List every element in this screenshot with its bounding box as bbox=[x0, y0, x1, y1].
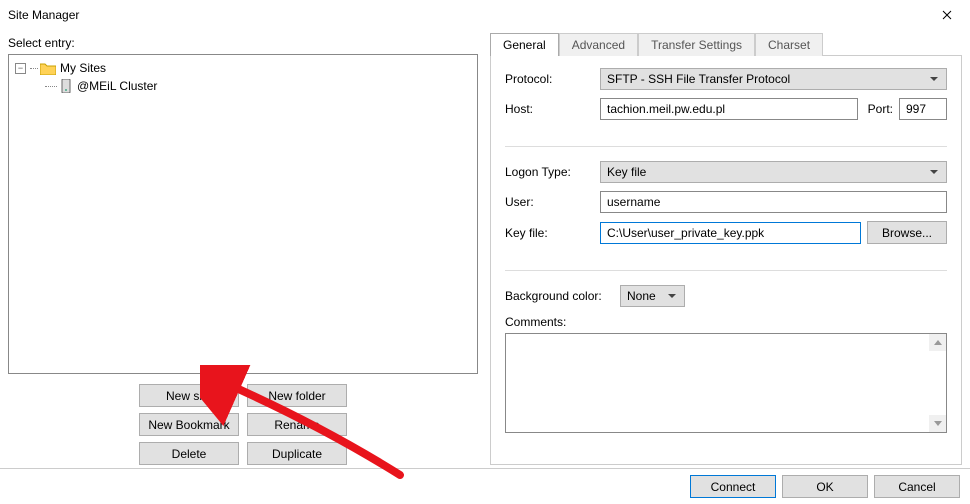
user-label: User: bbox=[505, 195, 600, 209]
rename-button[interactable]: Rename bbox=[247, 413, 347, 436]
new-site-button[interactable]: New site bbox=[139, 384, 239, 407]
ok-button[interactable]: OK bbox=[782, 475, 868, 498]
right-pane: General Advanced Transfer Settings Chars… bbox=[490, 30, 962, 465]
general-panel: Protocol: SFTP - SSH File Transfer Proto… bbox=[490, 55, 962, 465]
scroll-down-icon[interactable] bbox=[929, 415, 946, 432]
protocol-combo[interactable]: SFTP - SSH File Transfer Protocol bbox=[600, 68, 947, 90]
site-tree[interactable]: − My Sites @MEiL Cluster bbox=[8, 54, 478, 374]
bottom-bar: Connect OK Cancel bbox=[0, 468, 970, 504]
port-label: Port: bbox=[868, 102, 893, 116]
cancel-button[interactable]: Cancel bbox=[874, 475, 960, 498]
close-icon bbox=[942, 10, 952, 20]
bgcolor-value: None bbox=[627, 289, 656, 303]
browse-button[interactable]: Browse... bbox=[867, 221, 947, 244]
expander-icon[interactable]: − bbox=[15, 63, 26, 74]
window-title: Site Manager bbox=[8, 8, 79, 22]
left-pane: Select entry: − My Sites @MEiL Cluster N… bbox=[8, 30, 478, 465]
comments-label: Comments: bbox=[505, 315, 947, 329]
logon-type-label: Logon Type: bbox=[505, 165, 600, 179]
comments-textarea[interactable] bbox=[505, 333, 947, 433]
tab-charset[interactable]: Charset bbox=[755, 33, 823, 56]
scroll-up-icon[interactable] bbox=[929, 334, 946, 351]
logon-type-combo[interactable]: Key file bbox=[600, 161, 947, 183]
bgcolor-combo[interactable]: None bbox=[620, 285, 685, 307]
titlebar: Site Manager bbox=[0, 0, 970, 30]
user-input[interactable] bbox=[600, 191, 947, 213]
folder-icon bbox=[40, 62, 56, 75]
tab-general[interactable]: General bbox=[490, 33, 559, 56]
server-icon bbox=[59, 79, 73, 93]
host-input[interactable] bbox=[600, 98, 858, 120]
logon-type-value: Key file bbox=[607, 165, 646, 179]
protocol-value: SFTP - SSH File Transfer Protocol bbox=[607, 72, 790, 86]
tabs: General Advanced Transfer Settings Chars… bbox=[490, 32, 962, 55]
keyfile-input[interactable] bbox=[600, 222, 861, 244]
tree-child-label: @MEiL Cluster bbox=[77, 79, 157, 93]
dotted-line bbox=[45, 86, 57, 87]
port-input[interactable] bbox=[899, 98, 947, 120]
new-folder-button[interactable]: New folder bbox=[247, 384, 347, 407]
dotted-line bbox=[30, 68, 38, 69]
protocol-label: Protocol: bbox=[505, 72, 600, 86]
select-entry-label: Select entry: bbox=[8, 36, 478, 50]
tab-transfer-settings[interactable]: Transfer Settings bbox=[638, 33, 755, 56]
delete-button[interactable]: Delete bbox=[139, 442, 239, 465]
new-bookmark-button[interactable]: New Bookmark bbox=[139, 413, 239, 436]
connect-button[interactable]: Connect bbox=[690, 475, 776, 498]
left-buttons: New site New folder New Bookmark Rename … bbox=[8, 384, 478, 465]
bgcolor-label: Background color: bbox=[505, 289, 620, 303]
keyfile-label: Key file: bbox=[505, 226, 600, 240]
tree-root-row[interactable]: − My Sites bbox=[15, 59, 471, 77]
tree-child-row[interactable]: @MEiL Cluster bbox=[45, 77, 471, 95]
duplicate-button[interactable]: Duplicate bbox=[247, 442, 347, 465]
tree-root-label: My Sites bbox=[60, 61, 106, 75]
tab-advanced[interactable]: Advanced bbox=[559, 33, 638, 56]
close-button[interactable] bbox=[924, 0, 970, 30]
host-label: Host: bbox=[505, 102, 600, 116]
